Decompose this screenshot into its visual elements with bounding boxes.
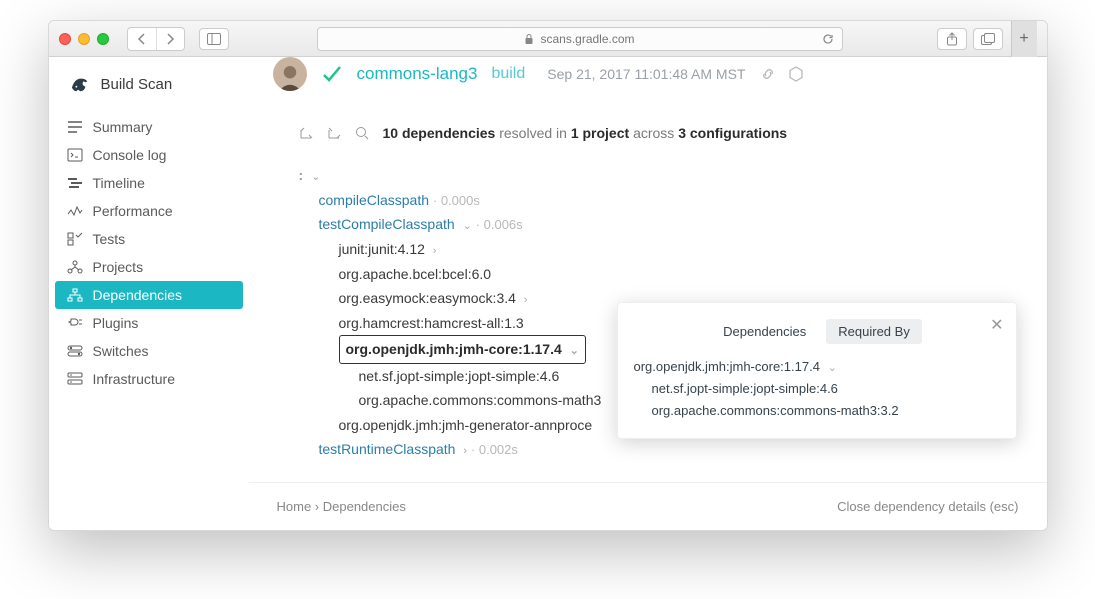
forward-button[interactable]: [156, 28, 184, 50]
dependencies-icon: [67, 287, 83, 303]
sidebar-item-label: Timeline: [93, 175, 145, 191]
sidebar-item-summary[interactable]: Summary: [49, 113, 249, 141]
config-node[interactable]: testCompileClasspath ⌄ · 0.006s: [299, 212, 1019, 237]
sidebar-item-label: Tests: [93, 231, 126, 247]
tab-required-by[interactable]: Required By: [826, 319, 922, 344]
brand: Build Scan: [49, 75, 249, 113]
config-node[interactable]: testRuntimeClasspath › · 0.002s: [299, 437, 1019, 462]
browser-titlebar: scans.gradle.com +: [49, 21, 1047, 57]
sidebar-item-console[interactable]: Console log: [49, 141, 249, 169]
timeline-icon: [67, 175, 83, 191]
task-name[interactable]: build: [491, 65, 525, 83]
breadcrumb-current: Dependencies: [323, 499, 406, 514]
config-node[interactable]: compileClasspath · 0.000s: [299, 188, 1019, 213]
content: 10 dependencies resolved in 1 project ac…: [249, 107, 1047, 482]
dependency-details-popover: ✕ Dependencies Required By org.openjdk.j…: [617, 302, 1017, 439]
reload-icon[interactable]: [822, 33, 834, 45]
sidebar-toggle-button[interactable]: [199, 28, 229, 50]
chevron-down-icon[interactable]: ⌄: [311, 171, 320, 183]
chevron-right-icon[interactable]: ›: [524, 294, 528, 306]
chevron-down-icon[interactable]: ⌄: [463, 220, 472, 232]
sidebar-item-label: Console log: [93, 147, 167, 163]
link-icon[interactable]: [759, 65, 777, 83]
sidebar-item-tests[interactable]: Tests: [49, 225, 249, 253]
address-bar[interactable]: scans.gradle.com: [317, 27, 843, 51]
plugins-icon: [67, 315, 83, 331]
footer: Home › Dependencies Close dependency det…: [249, 482, 1047, 530]
sidebar-item-plugins[interactable]: Plugins: [49, 309, 249, 337]
sidebar-item-switches[interactable]: Switches: [49, 337, 249, 365]
share-button[interactable]: [937, 28, 967, 50]
switches-icon: [67, 343, 83, 359]
toolbar: 10 dependencies resolved in 1 project ac…: [299, 125, 1019, 141]
chevron-down-icon[interactable]: ⌄: [570, 345, 579, 357]
sidebar-item-dependencies[interactable]: Dependencies: [55, 281, 243, 309]
window-close-icon[interactable]: [59, 33, 71, 45]
popover-child[interactable]: org.apache.commons:commons-math3:3.2: [634, 400, 1000, 422]
scan-timestamp: Sep 21, 2017 11:01:48 AM MST: [547, 66, 745, 82]
success-icon: [321, 63, 343, 85]
popover-child[interactable]: net.sf.jopt-simple:jopt-simple:4.6: [634, 378, 1000, 400]
sidebar-item-label: Dependencies: [93, 287, 183, 303]
projects-icon: [67, 259, 83, 275]
gradle-icon: [69, 75, 91, 93]
scan-header: commons-lang3 build Sep 21, 2017 11:01:4…: [249, 57, 1047, 107]
project-root[interactable]: :: [299, 167, 304, 183]
breadcrumb: Home › Dependencies: [277, 499, 406, 514]
lock-icon: [524, 33, 534, 45]
sidebar-item-label: Infrastructure: [93, 371, 175, 387]
chevron-down-icon[interactable]: ⌄: [828, 362, 837, 374]
summary-icon: [67, 119, 83, 135]
new-tab-button[interactable]: +: [1011, 21, 1037, 57]
sidebar-item-label: Plugins: [93, 315, 139, 331]
sidebar-item-label: Performance: [93, 203, 173, 219]
tests-icon: [67, 231, 83, 247]
breadcrumb-home[interactable]: Home: [277, 499, 312, 514]
address-text: scans.gradle.com: [540, 32, 634, 46]
sidebar-item-label: Switches: [93, 343, 149, 359]
performance-icon: [67, 203, 83, 219]
brand-label: Build Scan: [101, 76, 173, 93]
avatar[interactable]: [273, 57, 307, 91]
sidebar-item-timeline[interactable]: Timeline: [49, 169, 249, 197]
search-icon[interactable]: [355, 126, 371, 140]
close-icon[interactable]: ✕: [990, 315, 1003, 335]
dependency-node[interactable]: junit:junit:4.12 ›: [299, 237, 1019, 262]
console-icon: [67, 147, 83, 163]
sidebar: Build Scan Summary Console log Timeline …: [49, 57, 249, 530]
collapse-all-icon[interactable]: [327, 126, 343, 140]
sidebar-item-performance[interactable]: Performance: [49, 197, 249, 225]
popover-root[interactable]: org.openjdk.jmh:jmh-core:1.17.4 ⌄: [634, 356, 1000, 378]
back-button[interactable]: [128, 28, 156, 50]
window-minimize-icon[interactable]: [78, 33, 90, 45]
sidebar-item-label: Summary: [93, 119, 153, 135]
sidebar-item-projects[interactable]: Projects: [49, 253, 249, 281]
sidebar-item-infrastructure[interactable]: Infrastructure: [49, 365, 249, 393]
expand-all-icon[interactable]: [299, 126, 315, 140]
project-name[interactable]: commons-lang3: [357, 64, 478, 84]
chevron-right-icon[interactable]: ›: [463, 445, 467, 457]
infrastructure-icon: [67, 371, 83, 387]
tabs-button[interactable]: [973, 28, 1003, 50]
tab-dependencies[interactable]: Dependencies: [711, 319, 818, 344]
summary-text: 10 dependencies resolved in 1 project ac…: [383, 125, 788, 141]
dependency-node[interactable]: org.apache.bcel:bcel:6.0: [299, 262, 1019, 287]
sidebar-item-label: Projects: [93, 259, 144, 275]
window-zoom-icon[interactable]: [97, 33, 109, 45]
hexagon-icon[interactable]: [787, 65, 805, 83]
close-details-link[interactable]: Close dependency details (esc): [837, 499, 1018, 514]
chevron-right-icon[interactable]: ›: [433, 245, 437, 257]
